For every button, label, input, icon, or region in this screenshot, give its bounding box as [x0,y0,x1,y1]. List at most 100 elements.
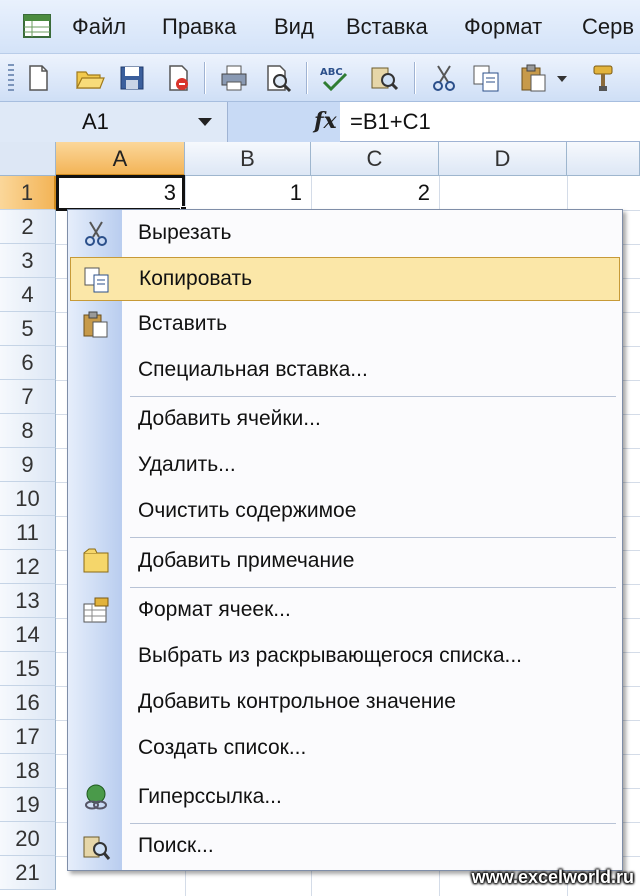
row-header-12[interactable]: 12 [0,550,56,584]
menu-item-label: Очистить содержимое [138,499,357,522]
format-cells-icon [83,597,109,623]
fx-icon[interactable]: fx [314,108,337,134]
menu-item-label: Создать список... [138,736,307,759]
menu-separator [130,823,616,824]
menu-item-research[interactable]: Поиск... [70,825,620,869]
row-header-10[interactable]: 10 [0,482,56,516]
svg-text:ABC: ABC [320,67,343,78]
menu-item-label: Вырезать [138,221,232,244]
name-box[interactable]: A1 [0,102,228,142]
comment-icon [83,548,109,573]
row-header-7[interactable]: 7 [0,380,56,414]
cell-b1[interactable]: 1 [182,180,302,206]
menu-item-label: Удалить... [138,453,236,476]
menu-tools[interactable]: Серв [582,14,634,40]
row-header-5[interactable]: 5 [0,312,56,346]
format-painter-icon[interactable] [588,62,620,94]
menu-item-copy[interactable]: Копировать [70,257,620,301]
cell-c1[interactable]: 2 [310,180,430,206]
row-header-13[interactable]: 13 [0,584,56,618]
spelling-icon[interactable]: ABC [318,62,350,94]
row-header-2[interactable]: 2 [0,210,56,244]
row-header-4[interactable]: 4 [0,278,56,312]
paste-icon[interactable] [518,62,550,94]
cut-icon[interactable] [428,62,460,94]
menu-item-insert-comment[interactable]: Добавить примечание [70,540,620,584]
formula-bar: A1 fx =B1+C1 [0,102,640,142]
context-menu: Вырезать Копировать Вставить Специальная… [67,209,623,871]
menu-item-hyperlink[interactable]: Гиперссылка... [70,776,620,820]
menu-item-label: Добавить примечание [138,549,355,572]
row-header-9[interactable]: 9 [0,448,56,482]
row-header-19[interactable]: 19 [0,788,56,822]
permission-icon[interactable] [162,62,194,94]
row-header-1[interactable]: 1 [0,176,56,210]
watermark: www.excelworld.ru [471,867,634,887]
toolbar-separator [204,62,205,94]
menu-bar: Файл Правка Вид Вставка Формат Серв [0,0,640,54]
menu-item-label: Копировать [139,267,253,290]
menu-item-delete[interactable]: Удалить... [70,444,620,488]
menu-item-paste-special[interactable]: Специальная вставка... [70,349,620,393]
standard-toolbar: ABC [0,54,640,102]
menu-item-label: Вставить [138,312,228,335]
hyperlink-icon [85,784,107,810]
row-header-16[interactable]: 16 [0,686,56,720]
menu-item-pick-from-list[interactable]: Выбрать из раскрывающегося списка... [70,635,620,679]
print-icon[interactable] [218,62,250,94]
row-header-6[interactable]: 6 [0,346,56,380]
select-all-corner[interactable] [0,142,56,176]
row-header-21[interactable]: 21 [0,856,56,890]
menu-item-create-list[interactable]: Создать список... [70,727,620,771]
menu-item-insert-cells[interactable]: Добавить ячейки... [70,398,620,442]
row-header-11[interactable]: 11 [0,516,56,550]
new-icon[interactable] [22,62,54,94]
formula-input[interactable]: =B1+C1 [350,109,431,135]
cut-icon [85,221,107,246]
menu-item-label: Формат ячеек... [138,598,291,621]
menu-edit[interactable]: Правка [162,14,236,40]
menu-insert[interactable]: Вставка [346,14,428,40]
open-icon[interactable] [74,62,106,94]
row-header-8[interactable]: 8 [0,414,56,448]
menu-file[interactable]: Файл [72,14,126,40]
insert-function-area: fx [228,102,340,142]
menu-item-paste[interactable]: Вставить [70,303,620,347]
menu-item-add-watch[interactable]: Добавить контрольное значение [70,681,620,725]
excel-app-icon[interactable] [22,12,52,40]
menu-item-format-cells[interactable]: Формат ячеек... [70,589,620,633]
menu-item-cut[interactable]: Вырезать [70,212,620,256]
row-header-20[interactable]: 20 [0,822,56,856]
column-header-e[interactable]: E [567,142,640,176]
toolbar-separator [414,62,415,94]
research-icon[interactable] [368,62,400,94]
row-header-14[interactable]: 14 [0,618,56,652]
save-icon[interactable] [116,62,148,94]
menu-item-label: Специальная вставка... [138,358,368,381]
toolbar-grip[interactable] [8,64,14,92]
column-header-b[interactable]: B [185,142,311,176]
menu-item-clear-contents[interactable]: Очистить содержимое [70,490,620,534]
row-header-15[interactable]: 15 [0,652,56,686]
row-header-18[interactable]: 18 [0,754,56,788]
menu-item-label: Выбрать из раскрывающегося списка... [138,644,523,667]
column-header-a[interactable]: A [56,142,185,176]
paste-dropdown-icon[interactable] [554,62,570,94]
copy-icon[interactable] [470,62,502,94]
research-icon [83,836,111,860]
name-box-value: A1 [82,109,109,134]
print-preview-icon[interactable] [262,62,294,94]
menu-separator [130,396,616,397]
menu-item-label: Добавить ячейки... [138,407,321,430]
menu-item-label: Добавить контрольное значение [138,690,456,713]
menu-view[interactable]: Вид [274,14,314,40]
menu-format[interactable]: Формат [464,14,542,40]
menu-separator [130,537,616,538]
menu-item-label: Поиск... [138,834,214,857]
menu-separator [130,587,616,588]
chevron-down-icon[interactable] [198,118,212,126]
row-header-17[interactable]: 17 [0,720,56,754]
row-header-3[interactable]: 3 [0,244,56,278]
column-header-c[interactable]: C [311,142,439,176]
column-header-d[interactable]: D [439,142,567,176]
